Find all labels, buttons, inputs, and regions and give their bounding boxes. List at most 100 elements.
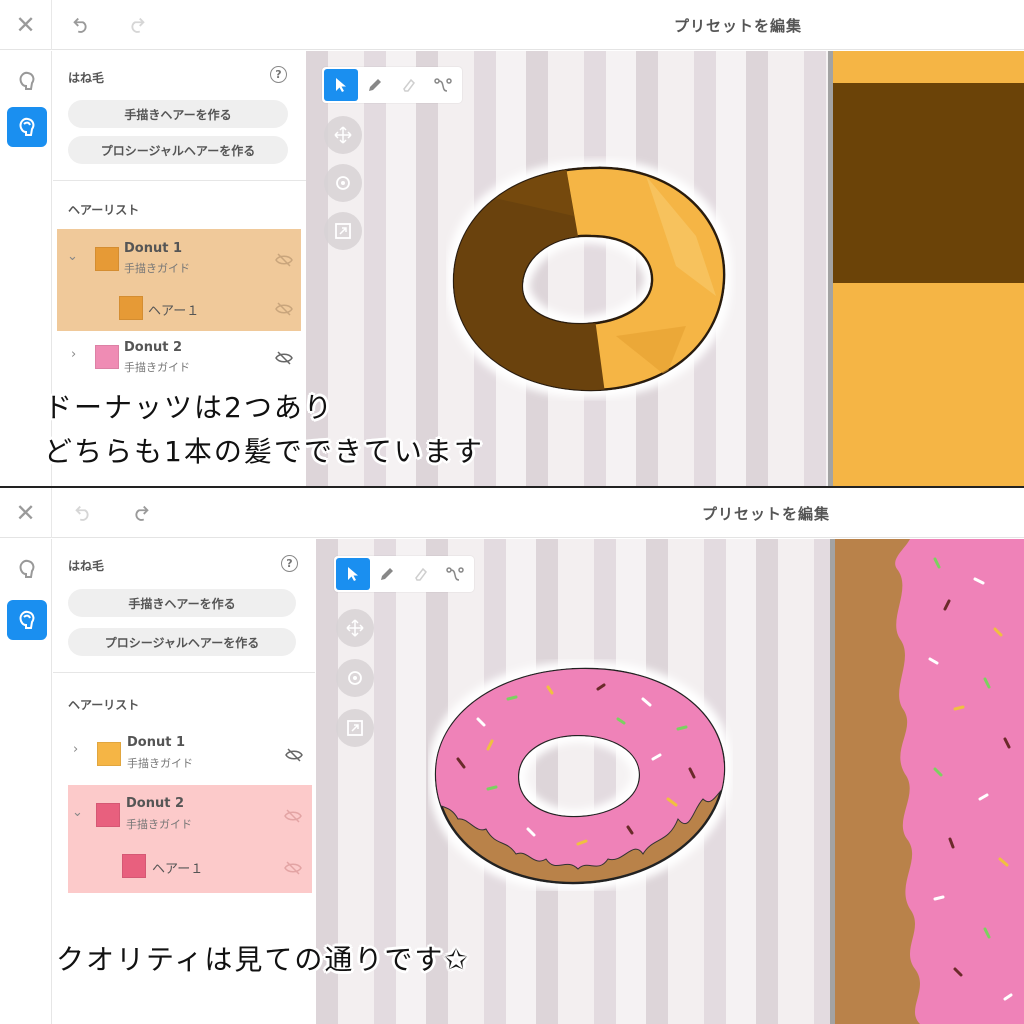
curve-icon [434, 78, 452, 92]
move-button[interactable] [324, 116, 362, 154]
color-swatch[interactable] [95, 345, 119, 369]
hair-list-item-donut1[interactable]: › Donut 1 手描きガイド [57, 726, 311, 780]
pen-tool[interactable] [370, 558, 404, 590]
fur-mode-button[interactable] [7, 600, 47, 640]
color-swatch[interactable] [96, 803, 120, 827]
bottom-screenshot: ✕ プリセットを編集 はね毛 ? 手描きヘアーを作る プロシージャルヘアーを作る… [0, 488, 1024, 1024]
hair-name: ヘアー１ [148, 304, 200, 319]
cursor-icon [336, 78, 346, 92]
caption-line: どちらも1本の髪でできています [44, 435, 484, 468]
move-button[interactable] [336, 609, 374, 647]
preview-pane [828, 51, 1024, 486]
undo-icon [73, 17, 87, 33]
divider [53, 672, 315, 673]
redo-button[interactable] [128, 500, 154, 526]
create-hand-hair-button[interactable]: 手描きヘアーを作る [68, 589, 296, 617]
help-icon[interactable]: ? [281, 555, 298, 572]
undo-button[interactable] [70, 500, 96, 526]
redo-icon [131, 17, 145, 33]
top-screenshot: ✕ プリセットを編集 はね毛 ? 手描きヘアーを作る プロシージャルヘアーを作る… [0, 0, 1024, 486]
pen-icon [381, 568, 393, 580]
caption-line: クオリティは見ての通りです✩ [56, 943, 470, 976]
rotate-icon [336, 176, 350, 190]
page-title: プリセットを編集 [674, 17, 803, 35]
color-swatch[interactable] [119, 296, 143, 320]
eraser-icon [415, 567, 427, 581]
create-hand-hair-button[interactable]: 手描きヘアーを作る [68, 100, 288, 128]
chevron-right-icon[interactable]: › [73, 742, 78, 757]
hair-type: 手描きガイド [124, 262, 190, 275]
scale-icon [335, 223, 351, 239]
help-icon[interactable]: ? [270, 66, 287, 83]
hair-list-title: ヘアーリスト [68, 698, 140, 712]
hair-list-item-donut2[interactable]: ⌄ Donut 2 手描きガイド ヘアー１ [68, 785, 312, 893]
select-tool[interactable] [324, 69, 358, 101]
section-title: はね毛 [68, 71, 105, 85]
color-swatch[interactable] [97, 742, 121, 766]
section-title: はね毛 [68, 559, 105, 573]
hair-mode-button[interactable] [7, 549, 47, 589]
pen-tool[interactable] [358, 69, 392, 101]
hair-type: 手描きガイド [126, 818, 192, 831]
mode-rail [0, 539, 52, 1024]
eye-off-icon[interactable] [284, 861, 302, 875]
close-button[interactable]: ✕ [0, 0, 52, 50]
cursor-icon [348, 567, 358, 581]
hair-mode-button[interactable] [7, 61, 47, 101]
page-title: プリセットを編集 [702, 505, 831, 523]
preview-dough [833, 51, 1024, 83]
scale-button[interactable] [324, 212, 362, 250]
viewport-canvas[interactable] [306, 51, 828, 486]
preview-icing [895, 539, 1024, 1024]
preview-dough [833, 283, 1024, 486]
curve-icon [446, 567, 464, 581]
hair-name: Donut 2 [126, 796, 185, 811]
eye-off-icon[interactable] [275, 302, 293, 316]
eraser-tool[interactable] [404, 558, 438, 590]
rotate-button[interactable] [336, 659, 374, 697]
eye-off-icon[interactable] [285, 748, 303, 762]
chocolate-donut-model[interactable] [446, 156, 736, 401]
hair-name: ヘアー１ [152, 862, 204, 877]
preview-pane [830, 539, 1024, 1024]
curve-tool[interactable] [438, 558, 472, 590]
hair-name: Donut 1 [124, 241, 183, 256]
eraser-tool[interactable] [392, 69, 426, 101]
hair-list-title: ヘアーリスト [68, 203, 140, 217]
chevron-down-icon[interactable]: ⌄ [67, 249, 78, 264]
undo-button[interactable] [68, 12, 94, 38]
create-procedural-hair-button[interactable]: プロシージャルヘアーを作る [68, 628, 296, 656]
pink-donut-model[interactable] [428, 659, 733, 891]
chevron-down-icon[interactable]: ⌄ [72, 805, 83, 820]
hair-name: Donut 1 [127, 735, 186, 750]
caption-line: ドーナッツは2つあり [44, 391, 334, 424]
eye-off-icon[interactable] [275, 351, 293, 365]
rotate-icon [348, 671, 362, 685]
head-icon [19, 71, 35, 90]
chevron-right-icon[interactable]: › [71, 347, 76, 362]
eye-off-icon[interactable] [275, 253, 293, 267]
tool-bar [334, 556, 474, 592]
divider [53, 180, 306, 181]
create-procedural-hair-button[interactable]: プロシージャルヘアーを作る [68, 136, 288, 164]
hair-name: Donut 2 [124, 340, 183, 355]
scale-button[interactable] [336, 709, 374, 747]
color-swatch[interactable] [95, 247, 119, 271]
title-bar: ✕ プリセットを編集 [0, 0, 1024, 50]
scale-icon [347, 720, 363, 736]
title-bar: ✕ プリセットを編集 [0, 488, 1024, 538]
select-tool[interactable] [336, 558, 370, 590]
hair-head-icon [19, 117, 35, 136]
hair-list-item-donut1[interactable]: ⌄ Donut 1 手描きガイド ヘアー１ [57, 229, 301, 331]
rotate-button[interactable] [324, 164, 362, 202]
preview-chocolate [833, 83, 1024, 283]
tool-bar [322, 67, 462, 103]
eye-off-icon[interactable] [284, 809, 302, 823]
hair-list-item-donut2[interactable]: › Donut 2 手描きガイド [57, 333, 301, 383]
color-swatch[interactable] [122, 854, 146, 878]
head-icon [19, 559, 35, 578]
close-button[interactable]: ✕ [0, 488, 52, 538]
curve-tool[interactable] [426, 69, 460, 101]
redo-button[interactable] [124, 12, 150, 38]
fur-mode-button[interactable] [7, 107, 47, 147]
